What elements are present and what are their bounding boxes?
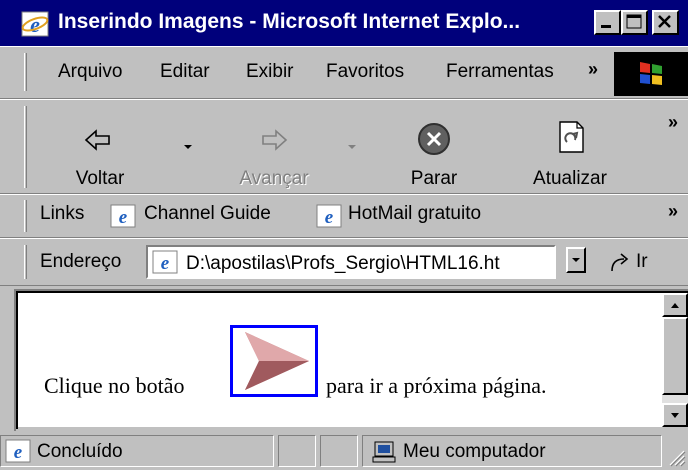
status-zone: Meu computador: [403, 441, 546, 462]
address-label: Endereço: [40, 251, 122, 272]
window-title: Inserindo Imagens - Microsoft Internet E…: [58, 10, 521, 33]
back-label: Voltar: [75, 168, 125, 189]
close-button[interactable]: [652, 10, 679, 35]
refresh-button[interactable]: Atualizar: [520, 108, 620, 194]
menu-bar: Arquivo Editar Exibir Favoritos Ferramen…: [0, 46, 688, 99]
address-dropdown-button[interactable]: [566, 247, 586, 273]
svg-text:e: e: [161, 253, 170, 274]
scroll-thumb[interactable]: [662, 317, 688, 395]
back-button[interactable]: Voltar: [58, 108, 142, 194]
menu-grip[interactable]: [24, 53, 27, 91]
ie-page-icon: e: [152, 250, 178, 274]
back-arrow-icon: [84, 129, 110, 151]
chevron-down-icon: [572, 258, 580, 262]
content-text-after: para ir a próxima página.: [326, 373, 547, 398]
forward-dropdown-arrow[interactable]: [348, 145, 356, 149]
status-panel-secure: [320, 435, 358, 467]
title-bar: e Inserindo Imagens - Microsoft Internet…: [0, 0, 688, 46]
svg-text:e: e: [325, 207, 334, 228]
svg-text:e: e: [14, 442, 23, 463]
link-hotmail[interactable]: HotMail gratuito: [348, 203, 481, 225]
ie-page-icon: e: [110, 204, 136, 228]
refresh-label: Atualizar: [533, 168, 607, 189]
forward-button[interactable]: Avançar: [224, 108, 324, 194]
links-bar: Links e Channel Guide e HotMail gratuito…: [0, 194, 688, 238]
stop-label: Parar: [410, 168, 458, 189]
page-content: Clique no botão para ir a próxima página…: [18, 293, 662, 427]
scroll-up-button[interactable]: [662, 293, 688, 317]
computer-icon: [372, 441, 396, 463]
status-bar: e Concluído Meu computador: [0, 431, 688, 470]
next-page-image-link[interactable]: [230, 325, 318, 397]
svg-text:e: e: [119, 207, 128, 228]
forward-arrow-icon: [262, 129, 288, 151]
links-more-chevron[interactable]: »: [668, 201, 678, 222]
address-input[interactable]: e D:\apostilas\Profs_Sergio\HTML16.ht: [146, 245, 556, 279]
address-grip[interactable]: [24, 245, 27, 279]
ie-page-icon: e: [316, 204, 342, 228]
go-arrow-icon[interactable]: [608, 251, 632, 275]
windows-logo: [614, 52, 688, 96]
svg-text:e: e: [30, 12, 40, 37]
menu-editar[interactable]: Editar: [160, 61, 210, 83]
refresh-icon: [559, 121, 584, 153]
menu-exibir[interactable]: Exibir: [246, 61, 294, 83]
content-text-before: Clique no botão: [44, 373, 185, 398]
ie-page-icon: e: [5, 439, 31, 463]
toolbar-more-chevron[interactable]: »: [668, 112, 678, 133]
menu-arquivo[interactable]: Arquivo: [58, 61, 122, 83]
back-dropdown-arrow[interactable]: [184, 145, 192, 149]
address-bar: Endereço e D:\apostilas\Profs_Sergio\HTM…: [0, 238, 688, 286]
link-channel-guide[interactable]: Channel Guide: [144, 203, 271, 225]
arrow-right-icon: [245, 332, 309, 390]
resize-grip-icon[interactable]: [666, 447, 686, 467]
address-value: D:\apostilas\Profs_Sergio\HTML16.ht: [186, 253, 500, 274]
toolbar-grip[interactable]: [24, 106, 27, 188]
menu-favoritos[interactable]: Favoritos: [326, 61, 404, 83]
standard-toolbar: Voltar Avançar Parar Atualizar »: [0, 99, 688, 194]
maximize-button[interactable]: [621, 10, 648, 35]
scroll-down-button[interactable]: [662, 403, 688, 427]
status-panel-progress: [278, 435, 316, 467]
stop-button[interactable]: Parar: [394, 108, 474, 194]
status-text: Concluído: [37, 441, 123, 462]
ie-icon: e: [20, 10, 50, 38]
links-label: Links: [40, 203, 85, 224]
links-grip[interactable]: [24, 200, 27, 232]
forward-label: Avançar: [239, 168, 309, 189]
go-button[interactable]: Ir: [636, 251, 648, 273]
status-panel-zone: Meu computador: [362, 435, 662, 467]
menu-ferramentas[interactable]: Ferramentas: [446, 61, 554, 83]
stop-icon: [418, 123, 450, 155]
minimize-button[interactable]: [594, 10, 621, 35]
status-panel-main: e Concluído: [0, 435, 274, 467]
menu-more-chevron[interactable]: »: [588, 59, 598, 80]
vertical-scrollbar[interactable]: [662, 293, 688, 427]
